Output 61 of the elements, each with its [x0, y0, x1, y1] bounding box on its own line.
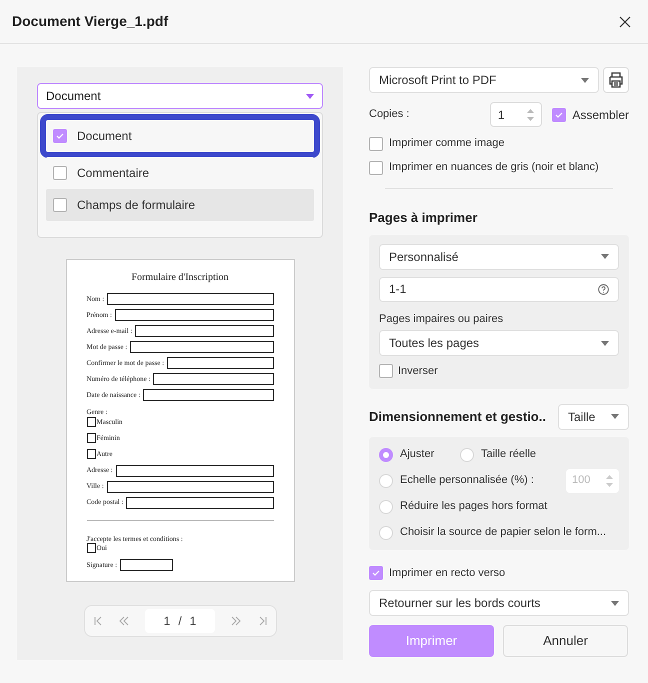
caret-icon: [581, 78, 589, 82]
document-title: Formulaire d'Inscription: [130, 271, 230, 285]
copies-field[interactable]: 1: [490, 102, 542, 127]
close-icon[interactable]: [619, 16, 631, 28]
sizing-dropdown[interactable]: Taille: [558, 404, 629, 430]
collate-checkbox[interactable]: [552, 108, 566, 122]
copies-label: Copies :: [369, 107, 410, 122]
radio-button[interactable]: [379, 474, 393, 488]
caret-icon: [611, 600, 619, 606]
radio-label: Taille réelle: [481, 447, 536, 462]
parity-label: Pages impaires ou paires: [379, 312, 504, 326]
collate-label: Assembler: [572, 106, 629, 124]
radio-button[interactable]: [460, 448, 474, 462]
menu-item[interactable]: Champs de formulaire: [46, 189, 314, 221]
radio-label: Echelle personnalisée (%) :: [400, 473, 534, 488]
checkbox[interactable]: [369, 136, 383, 150]
printer-button[interactable]: [603, 67, 629, 93]
reverse-label: Inverser: [398, 364, 438, 379]
radio-label: Réduire les pages hors format: [400, 499, 548, 514]
printer-icon: [608, 72, 624, 88]
caret-icon: [601, 340, 609, 346]
radio-button[interactable]: [379, 526, 393, 540]
caret-icon: [611, 414, 619, 419]
content-dropdown[interactable]: Document: [37, 83, 323, 109]
cancel-button[interactable]: Annuler: [503, 625, 628, 657]
page-number-field[interactable]: 1 / 1: [145, 609, 215, 633]
menu-item[interactable]: Document: [46, 120, 314, 152]
check-icon: [555, 110, 564, 118]
caret-icon: [306, 94, 314, 98]
next-page-icon[interactable]: [230, 616, 242, 626]
radio-label: Choisir la source de papier selon le form...: [400, 525, 606, 540]
duplex-dropdown[interactable]: Retourner sur les bords courts: [369, 590, 629, 616]
radio-label: Ajuster: [400, 447, 434, 462]
spinner-icon: [527, 106, 534, 122]
range-field[interactable]: 1-1: [379, 276, 619, 302]
help-icon[interactable]: [598, 284, 609, 294]
duplex-checkbox[interactable]: [369, 566, 383, 580]
check-icon: [56, 132, 64, 140]
window-title: Document Vierge_1.pdf: [12, 12, 168, 31]
duplex-label: Imprimer en recto verso: [389, 566, 506, 580]
checkbox[interactable]: [369, 160, 383, 174]
section-heading: Dimensionnement et gestio..: [369, 408, 546, 426]
option-label: Imprimer comme image: [389, 136, 505, 152]
section-heading: Pages à imprimer: [369, 209, 478, 227]
checkbox[interactable]: [53, 198, 67, 212]
previous-page-icon[interactable]: [118, 616, 130, 626]
spinner-icon: [606, 472, 613, 488]
first-page-icon[interactable]: [92, 616, 102, 626]
last-page-icon[interactable]: [258, 616, 268, 626]
radio-button[interactable]: [379, 500, 393, 514]
radio-button[interactable]: [379, 448, 393, 462]
reverse-checkbox[interactable]: [379, 364, 393, 378]
checkbox[interactable]: [53, 129, 67, 143]
form-field: [120, 559, 174, 571]
printer-dropdown[interactable]: Microsoft Print to PDF: [369, 67, 599, 93]
parity-dropdown[interactable]: Toutes les pages: [379, 330, 619, 356]
checkbox[interactable]: [53, 166, 67, 180]
check-icon: [372, 568, 380, 577]
range-dropdown[interactable]: Personnalisé: [379, 244, 619, 270]
caret-icon: [601, 254, 609, 259]
option-label: Imprimer en nuances de gris (noir et blanc): [389, 160, 599, 176]
